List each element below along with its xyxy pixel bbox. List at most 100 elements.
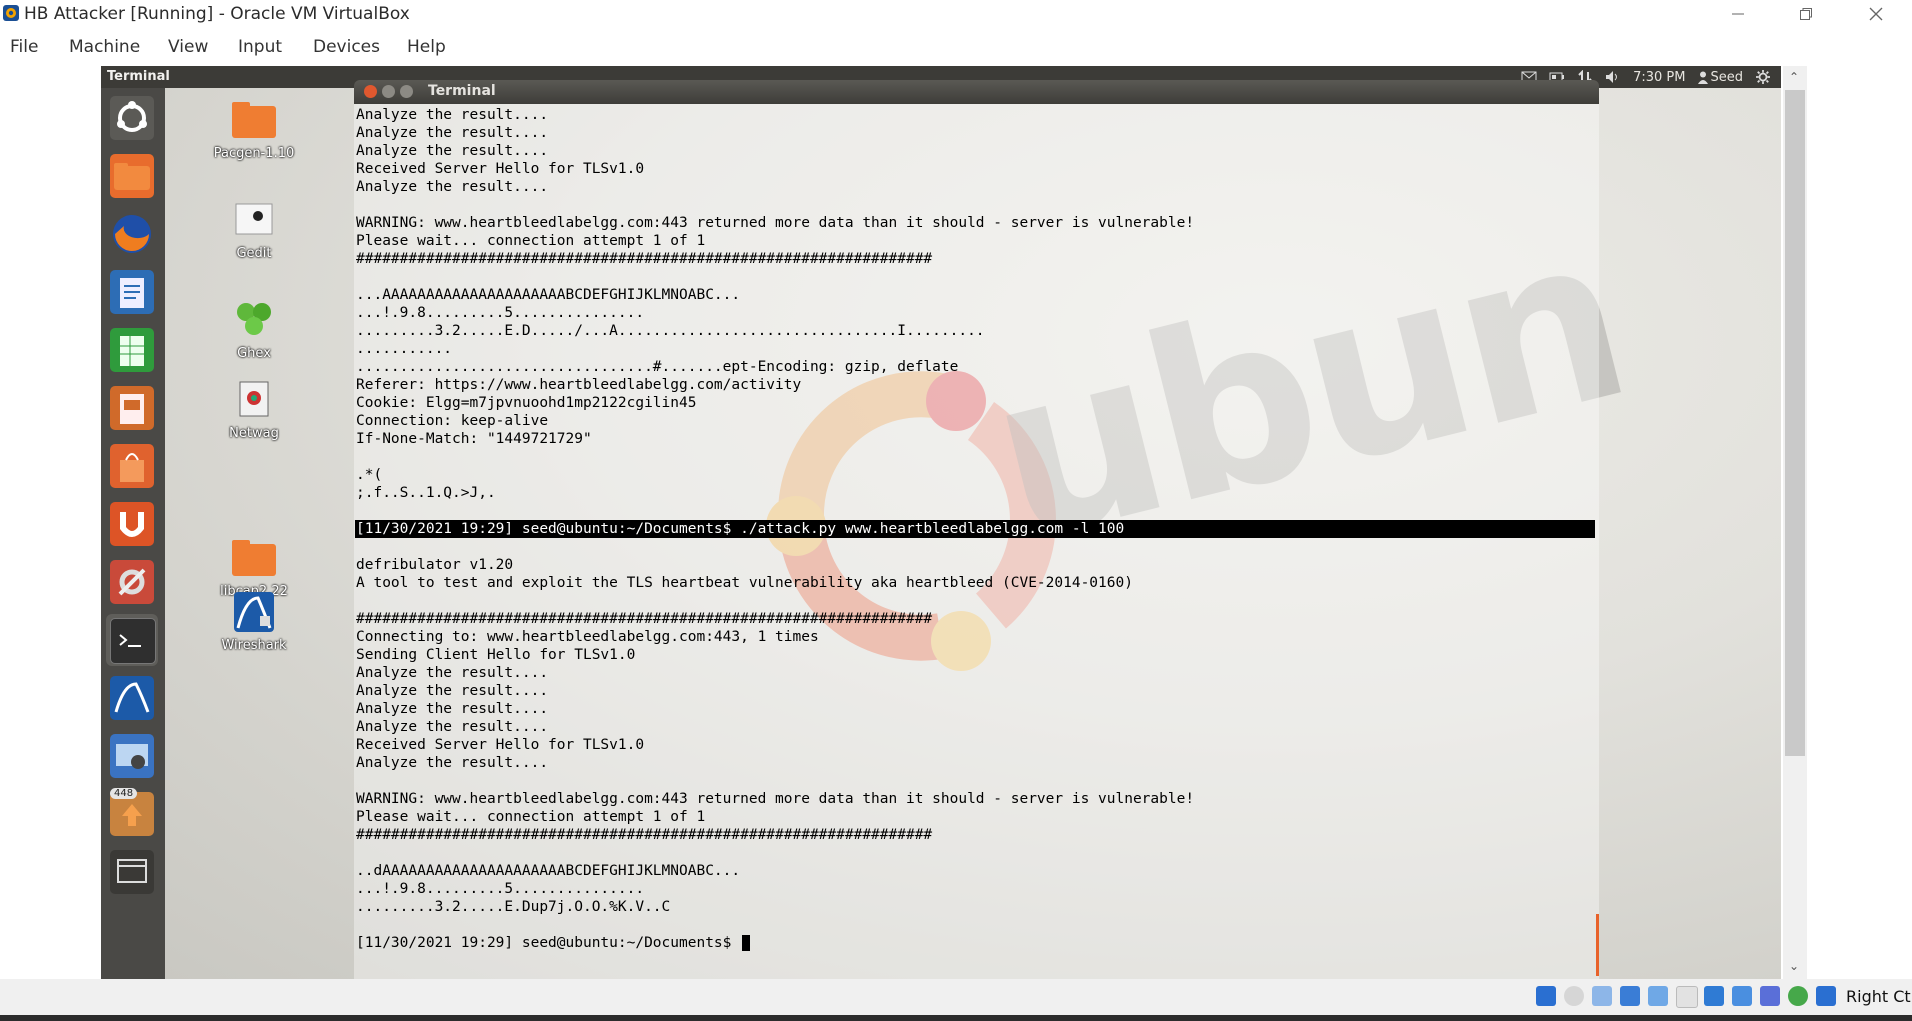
launcher-ubuntu-one[interactable]	[106, 498, 158, 550]
shark-fin-icon	[114, 682, 150, 713]
folder-icon	[232, 540, 276, 576]
minimize-button[interactable]	[1708, 0, 1768, 28]
terminal-line: ;.f..S..1.Q.>J,.	[356, 485, 496, 501]
terminal-window[interactable]: Terminal Analyze the result.... Analyze t…	[354, 80, 1599, 979]
virtualbox-app-icon	[3, 5, 19, 21]
launcher-screenshot[interactable]	[106, 730, 158, 782]
desktop-icon-label: Gedit	[236, 246, 272, 261]
launcher-firefox[interactable]	[106, 208, 158, 260]
restore-icon	[1800, 8, 1812, 20]
ubuntu-dash-icon	[117, 101, 147, 132]
terminal-line: ########################################…	[356, 827, 933, 843]
vm-status-bar: Right Ctrl	[0, 979, 1912, 1015]
launcher-wireshark[interactable]	[106, 672, 158, 724]
window-title: HB Attacker [Running] - Oracle VM Virtua…	[24, 4, 410, 24]
terminal-line: ..dAAAAAAAAAAAAAAAAAAAAABCDEFGHIJKLMNOAB…	[356, 863, 741, 879]
close-button[interactable]	[1846, 0, 1906, 28]
gear-icon[interactable]	[1755, 70, 1771, 84]
launcher-writer[interactable]	[106, 266, 158, 318]
settings-wrench-icon	[118, 568, 146, 596]
launcher-files[interactable]	[106, 150, 158, 202]
terminal-line: Received Server Hello for TLSv1.0	[356, 737, 645, 753]
terminal-output[interactable]: Analyze the result.... Analyze the result…	[354, 104, 1599, 979]
desktop-icon-ghex[interactable]: Ghex	[199, 298, 309, 361]
terminal-line: ...!.9.8.........5...............	[356, 881, 645, 897]
launcher-dash-button[interactable]	[106, 92, 158, 144]
panel-app-title: Terminal	[107, 69, 170, 84]
mouse-integration-icon[interactable]	[1816, 986, 1836, 1006]
desktop-icon-gedit[interactable]: Gedit	[199, 198, 309, 261]
launcher-impress[interactable]	[106, 382, 158, 434]
menu-devices[interactable]: Devices	[313, 37, 380, 57]
desktop-icon-pacgen[interactable]: Pacgen-1.10	[199, 98, 309, 161]
workspace-icon	[117, 859, 147, 883]
terminal-line: Analyze the result....	[356, 701, 549, 717]
terminal-close-button[interactable]	[364, 85, 377, 98]
terminal-line: Sending Client Hello for TLSv1.0	[356, 647, 636, 663]
guest-additions-icon[interactable]	[1788, 986, 1808, 1006]
launcher-software-center[interactable]	[106, 440, 158, 492]
terminal-line: Analyze the result....	[356, 143, 549, 159]
terminal-line: Received Server Hello for TLSv1.0	[356, 161, 645, 177]
volume-icon[interactable]	[1605, 70, 1621, 84]
terminal-line: If-None-Match: "1449721729"	[356, 431, 592, 447]
desktop-icon-netwag[interactable]: Netwag	[199, 378, 309, 441]
clock[interactable]: 7:30 PM	[1633, 70, 1685, 85]
text-cursor	[742, 935, 751, 951]
cpu-icon[interactable]	[1760, 986, 1780, 1006]
unity-launcher: 448	[101, 88, 165, 979]
terminal-line: ########################################…	[356, 251, 933, 267]
menu-help[interactable]: Help	[407, 37, 446, 57]
terminal-line: .........3.2.....E.Dup7j.O.O.%K.V..C	[356, 899, 671, 915]
terminal-scrollbar[interactable]	[1596, 914, 1599, 976]
terminal-line: ..................................#.....…	[356, 359, 959, 375]
scrollbar-thumb[interactable]	[1785, 90, 1805, 756]
user-icon	[1697, 71, 1708, 84]
terminal-line: Please wait... connection attempt 1 of 1	[356, 233, 706, 249]
launcher-workspace-switcher[interactable]	[106, 846, 158, 898]
menu-view[interactable]: View	[168, 37, 208, 57]
window-titlebar: HB Attacker [Running] - Oracle VM Virtua…	[0, 0, 1912, 28]
optical-drive-icon[interactable]	[1564, 986, 1584, 1006]
launcher-calc[interactable]	[106, 324, 158, 376]
network-adapter-icon[interactable]	[1620, 986, 1640, 1006]
shopping-bag-icon	[120, 453, 144, 482]
guest-screen[interactable]: ubun Terminal 7:30 PM Seed 448 Pacgen-1.…	[101, 66, 1781, 979]
scroll-down-icon[interactable]: ⌄	[1789, 959, 1799, 973]
launcher-update-manager[interactable]: 448	[106, 788, 158, 840]
usb-icon[interactable]	[1648, 986, 1668, 1006]
desktop-icon-wireshark[interactable]: Wireshark	[199, 590, 309, 653]
menu-file[interactable]: File	[10, 37, 38, 57]
recording-icon[interactable]	[1732, 986, 1752, 1006]
vm-display-scrollbar[interactable]: ⌃ ⌄	[1783, 66, 1807, 979]
terminal-minimize-button[interactable]	[382, 85, 395, 98]
menu-machine[interactable]: Machine	[69, 37, 140, 57]
terminal-lines: Analyze the result.... Analyze the result…	[355, 106, 1595, 952]
terminal-line: Analyze the result....	[356, 125, 549, 141]
terminal-title: Terminal	[428, 83, 496, 99]
terminal-titlebar[interactable]: Terminal	[354, 80, 1599, 104]
desktop-icon-label: Pacgen-1.10	[213, 146, 295, 161]
display-icon[interactable]	[1704, 986, 1724, 1006]
user-menu[interactable]: Seed	[1697, 70, 1743, 85]
launcher-system-settings[interactable]	[106, 556, 158, 608]
terminal-maximize-button[interactable]	[400, 85, 413, 98]
menu-input[interactable]: Input	[238, 37, 282, 57]
terminal-line: Connection: keep-alive	[356, 413, 549, 429]
restore-button[interactable]	[1776, 0, 1836, 28]
menu-bar: File Machine View Input Devices Help	[0, 30, 1912, 64]
terminal-line: ...AAAAAAAAAAAAAAAAAAAAABCDEFGHIJKLMNOAB…	[356, 287, 741, 303]
update-count-badge: 448	[110, 788, 138, 799]
hard-disk-icon[interactable]	[1536, 986, 1556, 1006]
screenshot-icon	[116, 744, 148, 769]
launcher-terminal[interactable]	[106, 614, 158, 666]
terminal-prompt-line: [11/30/2021 19:29] seed@ubuntu:~/Documen…	[355, 934, 1595, 952]
scroll-up-icon[interactable]: ⌃	[1789, 70, 1799, 84]
terminal-line: .*(	[356, 467, 383, 483]
shared-folders-icon[interactable]	[1676, 986, 1698, 1008]
audio-icon[interactable]	[1592, 986, 1612, 1006]
